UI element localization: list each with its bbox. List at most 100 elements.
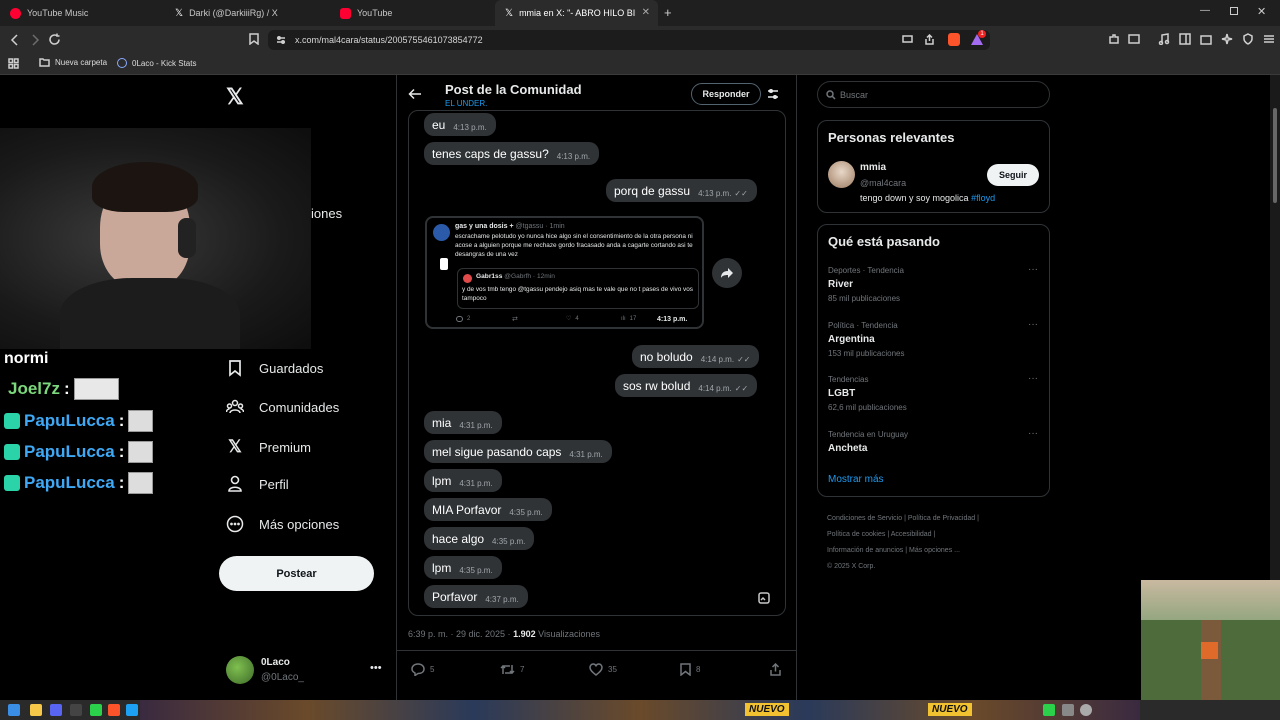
trend-more-icon[interactable]: ··· <box>1028 373 1038 384</box>
tab-darki[interactable]: 𝕏 Darki (@DarkiiiRg) / X <box>165 0 330 26</box>
bookmark-page-icon[interactable] <box>249 33 259 45</box>
image-edit-icon[interactable] <box>758 592 770 604</box>
music-icon[interactable] <box>1158 33 1170 45</box>
post-button[interactable]: Postear <box>219 556 374 591</box>
bookmark-kick-stats[interactable]: 0Laco - Kick Stats <box>117 58 196 68</box>
brave-shield-icon[interactable] <box>948 33 960 46</box>
forward-icon[interactable] <box>29 34 41 46</box>
tab-youtube-music[interactable]: YouTube Music <box>0 0 165 26</box>
footer-link[interactable]: Más opciones ... <box>909 547 960 554</box>
back-arrow-icon[interactable] <box>408 88 422 100</box>
embedded-tweet-image: gas y una dosis + @tgassu · 1min escrach… <box>425 216 704 329</box>
nav-guardados[interactable]: Guardados <box>226 359 323 377</box>
person-avatar[interactable] <box>828 161 855 188</box>
trend-item[interactable]: Deportes · Tendencia River 85 mil public… <box>828 264 1038 303</box>
vpn-icon[interactable] <box>1242 33 1254 45</box>
bookmark-action[interactable]: 8 <box>680 663 700 676</box>
reply-button[interactable]: Responder <box>691 83 761 105</box>
reload-icon[interactable] <box>48 33 61 46</box>
discord-icon[interactable] <box>50 704 62 716</box>
brave-icon[interactable] <box>108 704 120 716</box>
share-icon[interactable] <box>769 663 782 676</box>
forward-image-button[interactable] <box>712 258 742 288</box>
menu-icon[interactable] <box>1263 33 1275 45</box>
like-action[interactable]: 35 <box>589 663 617 676</box>
community-name[interactable]: EL UNDER. <box>445 99 487 108</box>
trend-item[interactable]: Política · Tendencia Argentina 153 mil p… <box>828 319 1038 358</box>
follow-button[interactable]: Seguir <box>987 164 1039 186</box>
bookmark-icon <box>680 663 691 676</box>
leo-ai-icon[interactable] <box>1221 33 1233 45</box>
account-avatar[interactable] <box>226 656 254 684</box>
chat-badge-icon <box>4 444 20 460</box>
trend-name: LGBT <box>828 388 856 399</box>
close-window-icon[interactable]: ✕ <box>1257 5 1266 18</box>
quote-author: Gabr1ss <box>476 273 503 280</box>
footer-link[interactable]: Accesibilidad <box>891 531 932 538</box>
chat-sep: : <box>118 473 125 492</box>
read-receipt-icon: ✓✓ <box>737 354 751 364</box>
account-more-icon[interactable]: ••• <box>370 662 382 674</box>
divider <box>396 650 797 651</box>
trend-more-icon[interactable]: ··· <box>1028 319 1038 330</box>
footer-link[interactable]: Política de cookies <box>827 531 885 538</box>
maximize-icon[interactable] <box>1230 7 1238 15</box>
relevant-people-card: Personas relevantes mmia @mal4cara Segui… <box>817 120 1050 213</box>
heart-icon: ♡ <box>566 316 572 322</box>
chat-emote <box>128 441 154 463</box>
site-settings-icon[interactable] <box>276 35 286 45</box>
filter-settings-icon[interactable] <box>767 88 779 100</box>
person-bio-text: tengo down y soy mogolica <box>860 193 969 203</box>
nav-premium[interactable]: 𝕏 Premium <box>226 437 311 457</box>
message-time: 4:31 p.m. <box>459 420 493 430</box>
footer-link[interactable]: Información de anuncios <box>827 547 903 554</box>
back-icon[interactable] <box>9 34 21 46</box>
tray-icon[interactable] <box>1062 704 1074 716</box>
minimize-icon[interactable]: — <box>1200 5 1210 16</box>
trend-item[interactable]: Tendencia en Uruguay Ancheta ··· <box>828 428 1038 454</box>
footer-link[interactable]: Política de Privacidad <box>908 515 975 522</box>
trend-more-icon[interactable]: ··· <box>1028 264 1038 275</box>
search-input[interactable]: Buscar <box>817 81 1050 108</box>
footer-link[interactable]: Condiciones de Servicio <box>827 515 902 522</box>
sidebar-icon[interactable] <box>1179 33 1191 45</box>
show-more-link[interactable]: Mostrar más <box>828 474 884 485</box>
explorer-icon[interactable] <box>30 704 42 716</box>
extensions-icon[interactable] <box>1108 33 1120 45</box>
nav-comunidades[interactable]: Comunidades <box>226 398 339 416</box>
embed-likes: ♡ 4 <box>566 315 579 323</box>
wallet-icon[interactable] <box>1200 33 1212 45</box>
reply-action[interactable]: 5 <box>411 663 434 676</box>
x-home-logo-icon[interactable]: 𝕏 <box>226 84 244 110</box>
url-bar[interactable]: x.com/mal4cara/status/200575546107385477… <box>268 30 990 50</box>
tab-youtube[interactable]: YouTube <box>330 0 495 26</box>
message-bubble: hace algo 4:35 p.m. <box>424 527 535 550</box>
nav-mas-opciones[interactable]: Más opciones <box>226 515 339 533</box>
screenshot-icon[interactable] <box>1128 33 1140 45</box>
bookmark-nueva-carpeta[interactable]: Nueva carpeta <box>39 58 107 67</box>
message-bubble: no boludo 4:14 p.m. ✓✓ <box>632 345 760 368</box>
new-tab-icon[interactable]: + <box>664 5 672 20</box>
more-circle-icon <box>226 515 244 533</box>
person-name[interactable]: mmia <box>860 162 886 173</box>
trend-more-icon[interactable]: ··· <box>1028 428 1038 439</box>
tab-mmia-post[interactable]: 𝕏 mmia en X: "- ABRO HILO BIEN D ✕ <box>495 0 658 26</box>
scrollbar-thumb[interactable] <box>1273 108 1277 203</box>
message-text: lpm <box>432 473 452 488</box>
apps-grid-icon[interactable] <box>8 58 19 69</box>
person-hashtag[interactable]: #floyd <box>971 193 995 203</box>
start-icon[interactable] <box>8 704 20 716</box>
trend-item[interactable]: Tendencias LGBT 62,6 mil publicaciones ·… <box>828 373 1038 412</box>
nav-perfil[interactable]: Perfil <box>226 475 289 493</box>
share-icon[interactable] <box>924 34 935 45</box>
repost-action[interactable]: 7 <box>500 663 524 676</box>
tray-icon[interactable] <box>1043 704 1055 716</box>
cast-icon[interactable] <box>902 35 913 45</box>
close-tab-icon[interactable]: ✕ <box>642 7 650 18</box>
tray-icon[interactable] <box>1080 704 1092 716</box>
kick-icon[interactable] <box>90 704 102 716</box>
nav-label: Más opciones <box>259 516 340 532</box>
app-icon[interactable] <box>126 704 138 716</box>
message-bubble: porq de gassu 4:13 p.m. ✓✓ <box>606 179 757 202</box>
app-icon[interactable] <box>70 704 82 716</box>
